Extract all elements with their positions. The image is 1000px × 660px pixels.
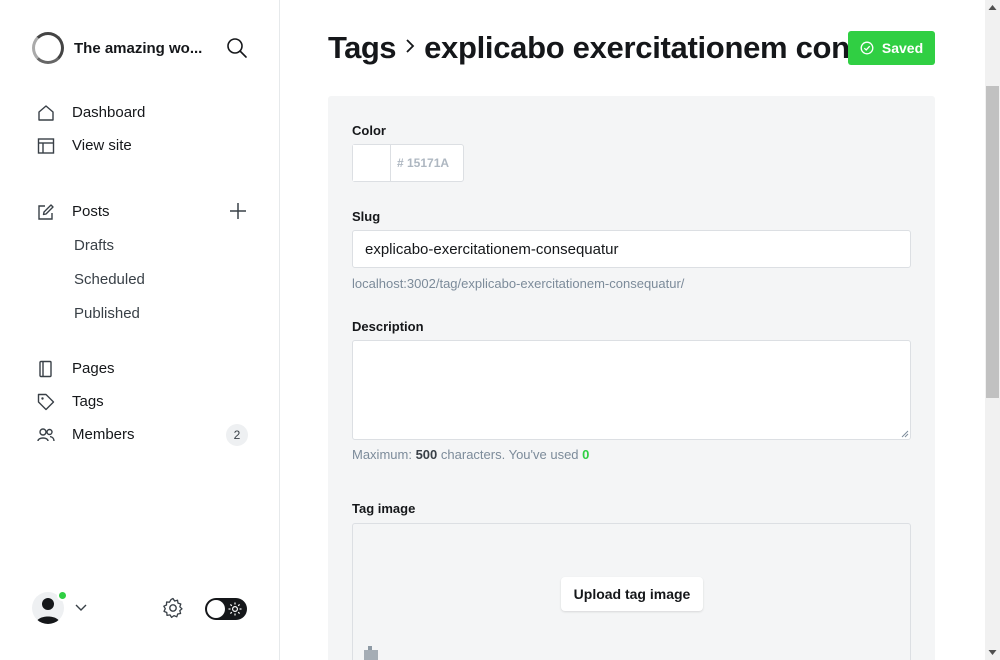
nav-item-label: Members [72,426,135,443]
edit-icon [36,202,56,222]
nav-item-pages[interactable]: Pages [36,352,256,385]
scrollbar[interactable] [985,0,1000,660]
nav-item-members[interactable]: Members 2 [36,418,256,451]
breadcrumb-tags-link[interactable]: Tags [328,30,397,66]
add-post-icon[interactable] [228,201,248,221]
nav-sub-scheduled[interactable]: Scheduled [36,262,256,296]
slug-label: Slug [352,209,381,224]
pages-icon [36,359,56,379]
gear-icon[interactable] [162,597,184,619]
slug-url-hint: localhost:3002/tag/explicabo-exercitatio… [352,276,685,291]
sun-icon [228,602,242,616]
saved-label: Saved [881,40,924,56]
scrollbar-thumb[interactable] [986,86,999,398]
hint-mid: characters. You've used [440,447,579,462]
online-status-dot [57,590,68,601]
nav-item-dashboard[interactable]: Dashboard [36,96,256,129]
color-label: Color [352,123,386,138]
nav-item-label: Pages [72,360,115,377]
nav-item-label: Tags [72,393,104,410]
members-count-badge: 2 [226,423,248,446]
site-logo-icon [32,32,64,64]
description-label: Description [352,319,424,334]
sidebar: The amazing wo... Dashboard View site Po… [0,0,280,660]
upload-tag-image-button[interactable]: Upload tag image [561,577,703,611]
color-swatch[interactable] [353,145,391,181]
chevron-right-icon [404,34,416,62]
color-input[interactable]: # 15171A [352,144,464,182]
hint-max: 500 [415,447,438,462]
saved-button[interactable]: Saved [848,31,935,65]
nav-item-label: View site [72,137,132,154]
sidebar-footer [32,590,248,626]
resize-handle-icon[interactable] [901,430,909,438]
members-icon [36,425,56,445]
tag-image-dropzone[interactable]: Upload tag image [352,523,911,660]
hint-used: 0 [582,447,590,462]
theme-toggle[interactable] [205,598,247,620]
nav-sub-published[interactable]: Published [36,296,256,330]
nav-item-posts[interactable]: Posts [36,195,256,228]
home-icon [36,103,56,123]
nav-item-tags[interactable]: Tags [36,385,256,418]
breadcrumb: Tags explicabo exercitationem consequatu… [328,28,935,68]
description-hint: Maximum: 500 characters. You've used 0 [352,447,589,462]
tag-icon [36,392,56,412]
nav-main: Dashboard View site [36,96,256,162]
nav-secondary: Pages Tags Members 2 [36,352,256,451]
nav-sub-drafts[interactable]: Drafts [36,228,256,262]
hint-prefix: Maximum: [352,447,412,462]
nav-item-view-site[interactable]: View site [36,129,256,162]
brand[interactable]: The amazing wo... [32,32,214,64]
layout-icon [36,136,56,156]
nav-item-label: Dashboard [72,104,146,121]
scroll-up-arrow-icon[interactable] [988,3,997,12]
tag-image-label: Tag image [352,501,416,516]
description-textarea[interactable] [352,340,911,440]
main-content: Tags explicabo exercitationem consequatu… [280,0,985,660]
image-placeholder-icon [364,646,378,660]
search-icon[interactable] [226,37,248,59]
toggle-knob [207,600,225,618]
nav-item-label: Posts [72,203,110,220]
scroll-down-arrow-icon[interactable] [988,648,997,657]
nav-posts: Posts Drafts Scheduled Published [36,195,256,330]
slug-input[interactable]: explicabo-exercitationem-consequatur [352,230,911,268]
check-circle-icon [860,41,874,55]
chevron-down-icon[interactable] [74,600,88,614]
color-value: # 15171A [397,156,450,170]
tag-settings-panel: Color # 15171A Slug explicabo-exercitati… [328,96,935,660]
page-title: explicabo exercitationem consequatur [424,30,854,65]
site-title: The amazing wo... [74,39,203,57]
